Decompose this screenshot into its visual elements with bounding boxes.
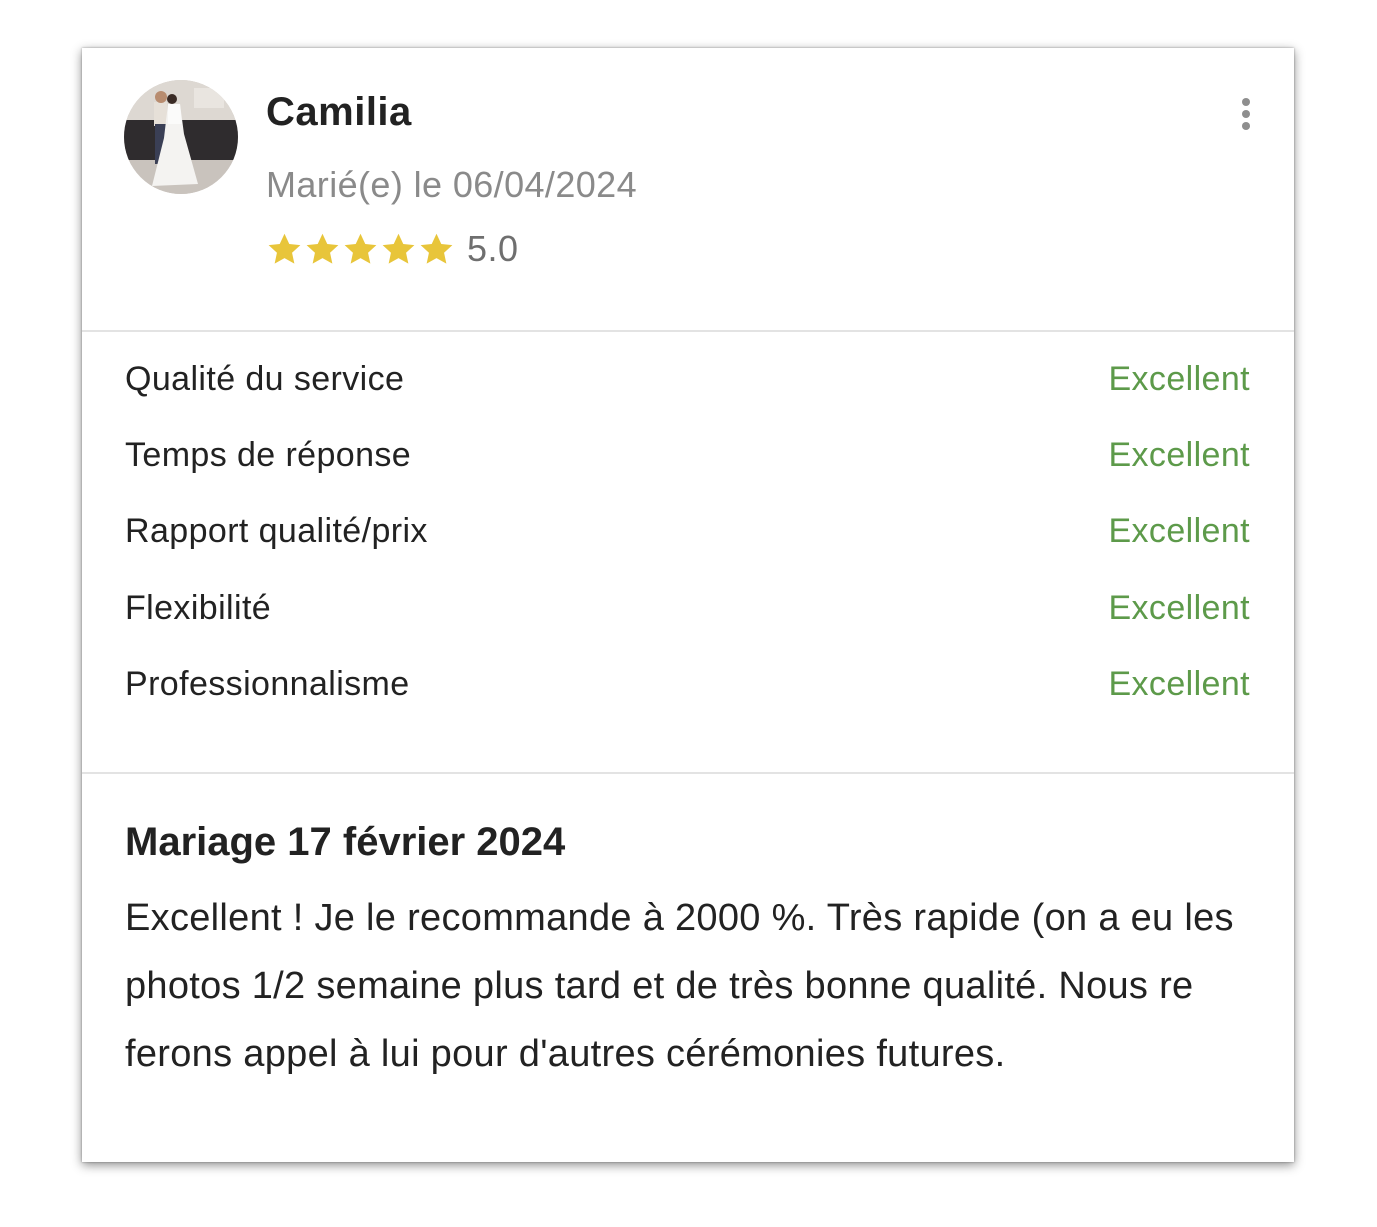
criterion-value: Excellent (1108, 664, 1250, 703)
criterion-label: Flexibilité (125, 588, 272, 627)
review-text: Excellent ! Je le recommande à 2000 %. T… (125, 897, 1234, 1075)
criterion-row: Rapport qualité/prix Excellent (125, 506, 1250, 556)
rating-score: 5.0 (467, 228, 519, 269)
rating-stars (266, 231, 455, 268)
criterion-row: Qualité du service Excellent (125, 354, 1250, 404)
author-name: Camilia (266, 90, 412, 134)
star-icon (382, 233, 415, 264)
criterion-label: Temps de réponse (125, 435, 412, 474)
criterion-label: Professionnalisme (125, 664, 410, 703)
star-icon (306, 233, 339, 264)
more-options-button[interactable] (1234, 98, 1258, 138)
star-icon (268, 233, 301, 264)
review-title: Mariage 17 février 2024 (125, 820, 566, 864)
criteria-list: Qualité du service Excellent Temps de répo… (82, 332, 1294, 774)
criterion-value: Excellent (1108, 359, 1250, 398)
review-card: Camilia Marié(e) le 06/04/2024 5.0 Quali… (82, 48, 1294, 1162)
criterion-row: Temps de réponse Excellent (125, 430, 1250, 480)
criterion-value: Excellent (1108, 511, 1250, 550)
overall-rating: 5.0 (266, 228, 519, 270)
criterion-row: Flexibilité Excellent (125, 583, 1250, 633)
criterion-row: Professionnalisme Excellent (125, 659, 1250, 709)
criterion-value: Excellent (1108, 588, 1250, 627)
avatar-photo (124, 80, 238, 194)
more-vertical-icon (1234, 98, 1258, 130)
criterion-value: Excellent (1108, 435, 1250, 474)
star-icon (420, 233, 453, 264)
review-header: Camilia Marié(e) le 06/04/2024 5.0 (82, 48, 1294, 332)
married-date: Marié(e) le 06/04/2024 (266, 164, 638, 205)
avatar[interactable] (124, 80, 238, 194)
criterion-label: Qualité du service (125, 359, 405, 398)
criterion-label: Rapport qualité/prix (125, 511, 428, 550)
review-body: Mariage 17 février 2024 Excellent ! Je l… (82, 774, 1294, 1088)
star-icon (344, 233, 377, 264)
